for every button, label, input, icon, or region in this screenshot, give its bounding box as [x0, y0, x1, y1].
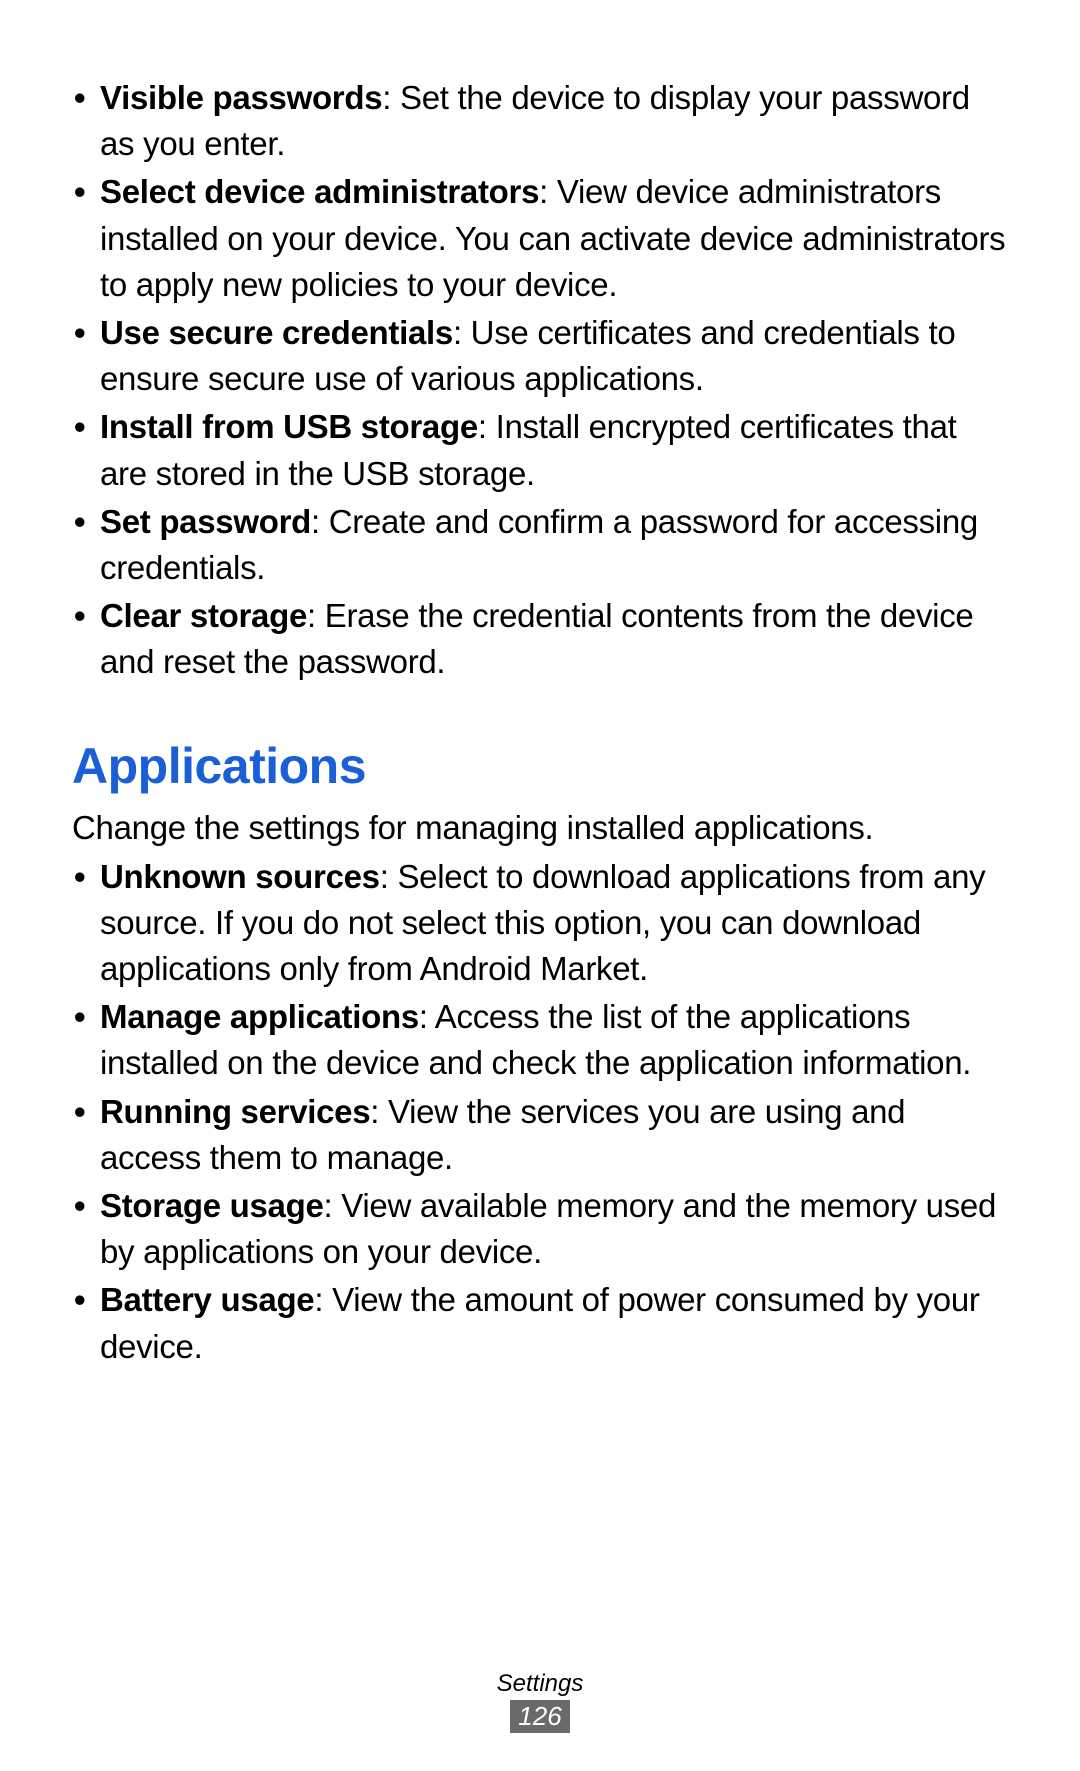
list-item: Unknown sources: Select to download appl…: [72, 854, 1008, 993]
term: Visible passwords: [100, 79, 382, 116]
term: Set password: [100, 503, 311, 540]
list-item: Select device administrators: View devic…: [72, 169, 1008, 308]
term: Install from USB storage: [100, 408, 478, 445]
page-number: 126: [510, 1700, 569, 1733]
list-item: Running services: View the services you …: [72, 1089, 1008, 1181]
page-footer: Settings 126: [0, 1670, 1080, 1733]
list-item: Install from USB storage: Install encryp…: [72, 404, 1008, 496]
term: Select device administrators: [100, 173, 539, 210]
security-settings-list: Visible passwords: Set the device to dis…: [72, 75, 1008, 685]
applications-heading: Applications: [72, 737, 1008, 795]
list-item: Clear storage: Erase the credential cont…: [72, 593, 1008, 685]
footer-section-label: Settings: [0, 1670, 1080, 1698]
list-item: Use secure credentials: Use certificates…: [72, 310, 1008, 402]
page-content: Visible passwords: Set the device to dis…: [0, 0, 1080, 1370]
term: Battery usage: [100, 1281, 314, 1318]
list-item: Battery usage: View the amount of power …: [72, 1277, 1008, 1369]
term: Use secure credentials: [100, 314, 453, 351]
term: Running services: [100, 1093, 370, 1130]
list-item: Manage applications: Access the list of …: [72, 994, 1008, 1086]
applications-settings-list: Unknown sources: Select to download appl…: [72, 854, 1008, 1370]
list-item: Storage usage: View available memory and…: [72, 1183, 1008, 1275]
applications-intro: Change the settings for managing install…: [72, 805, 1008, 851]
term: Storage usage: [100, 1187, 324, 1224]
term: Unknown sources: [100, 858, 380, 895]
list-item: Visible passwords: Set the device to dis…: [72, 75, 1008, 167]
term: Manage applications: [100, 998, 419, 1035]
list-item: Set password: Create and confirm a passw…: [72, 499, 1008, 591]
term: Clear storage: [100, 597, 307, 634]
